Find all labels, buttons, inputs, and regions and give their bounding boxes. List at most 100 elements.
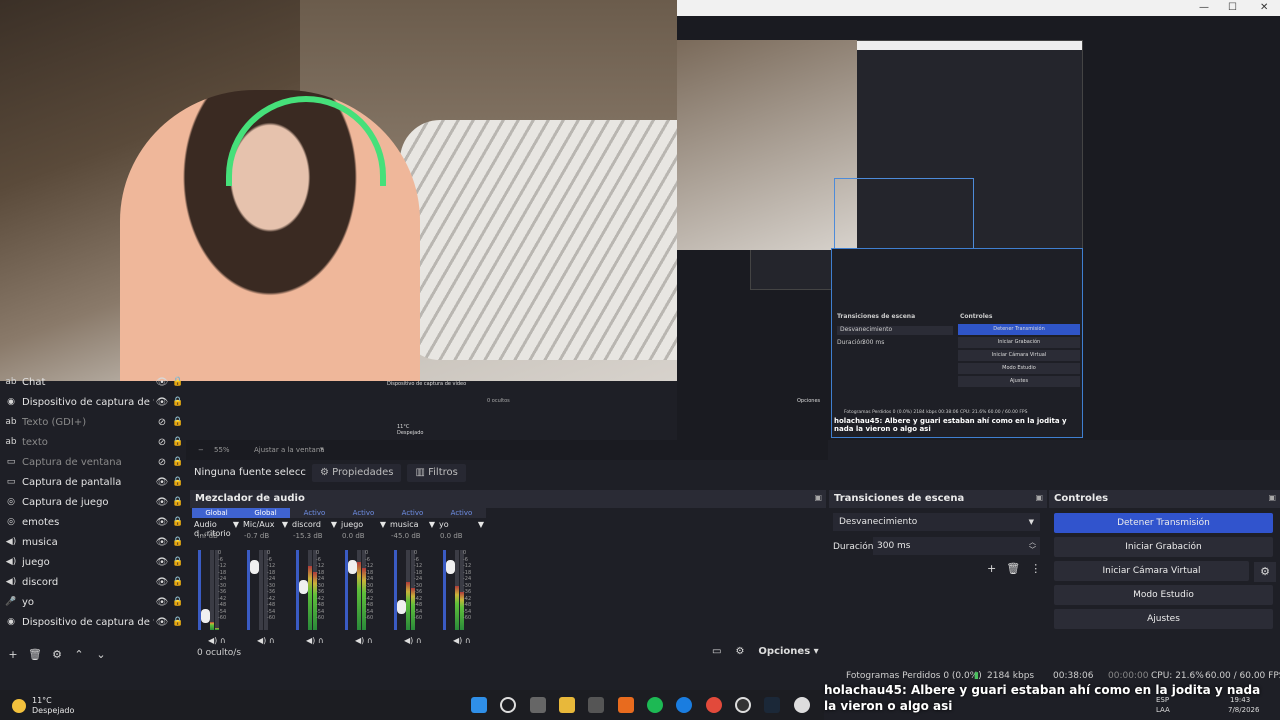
eye-icon[interactable]: 👁 <box>154 597 170 608</box>
speaker-icon[interactable]: ◀) <box>208 636 217 645</box>
obs-icon[interactable] <box>735 697 751 713</box>
source-item[interactable]: ▭ Captura de ventana ⊘ 🔒 <box>0 452 186 472</box>
headphones-icon[interactable]: ∩ <box>318 636 324 645</box>
slider-knob[interactable] <box>348 560 357 574</box>
eye-icon[interactable]: 👁 <box>154 497 170 508</box>
lock-icon[interactable]: 🔒 <box>170 397 186 407</box>
source-item[interactable]: ◉ Dispositivo de captura de video👁🔒 <box>0 392 186 412</box>
dock-float-icon[interactable]: ▣ <box>1268 493 1276 502</box>
zoom-out-icon[interactable]: − <box>198 446 204 454</box>
transition-select[interactable]: Desvanecimiento ▼ <box>833 513 1040 531</box>
lock-icon[interactable]: 🔒 <box>170 477 186 487</box>
dock-float-icon[interactable]: ▣ <box>1035 493 1043 502</box>
channel-name-row[interactable]: discord ▼ <box>290 518 339 532</box>
eye-hidden-icon[interactable]: ⊘ <box>154 437 170 448</box>
minimize-icon[interactable]: — <box>1199 2 1209 13</box>
virtual-cam-button[interactable]: Iniciar Cámara Virtual <box>1054 561 1249 581</box>
eye-icon[interactable]: 👁 <box>154 477 170 488</box>
edge-icon[interactable] <box>676 697 692 713</box>
volume-slider[interactable] <box>198 550 210 630</box>
more-icon[interactable]: ⋮ <box>1030 562 1041 575</box>
source-item[interactable]: ◀) discord 👁 🔒 <box>0 572 186 592</box>
eye-icon[interactable]: 👁 <box>154 537 170 548</box>
lock-icon[interactable]: 🔒 <box>170 557 186 567</box>
stop-stream-button[interactable]: Detener Transmisión <box>1054 513 1273 533</box>
headphones-icon[interactable]: ∩ <box>465 636 471 645</box>
speaker-icon[interactable]: ◀) <box>257 636 266 645</box>
eye-hidden-icon[interactable]: ⊘ <box>154 417 170 428</box>
speaker-icon[interactable]: ◀) <box>306 636 315 645</box>
lock-icon[interactable]: 🔒 <box>170 517 186 527</box>
lock-icon[interactable]: 🔒 <box>170 377 186 387</box>
channel-name-row[interactable]: Audio d...ritorio ▼ <box>192 518 241 538</box>
add-icon[interactable]: + <box>987 562 996 575</box>
eye-icon[interactable]: 👁 <box>154 377 170 388</box>
speaker-icon[interactable]: ◀) <box>404 636 413 645</box>
speaker-icon[interactable]: ◀) <box>453 636 462 645</box>
studio-mode-button[interactable]: Modo Estudio <box>1054 585 1273 605</box>
trash-icon[interactable]: 🗑 <box>28 648 42 661</box>
store-icon[interactable] <box>588 697 604 713</box>
volume-slider[interactable] <box>296 550 308 630</box>
trash-icon[interactable]: 🗑 <box>1006 562 1020 575</box>
lock-icon[interactable]: 🔒 <box>170 537 186 547</box>
slider-knob[interactable] <box>446 560 455 574</box>
filters-button[interactable]: ▥ Filtros <box>407 464 466 482</box>
slider-knob[interactable] <box>397 600 406 614</box>
start-icon[interactable] <box>471 697 487 713</box>
source-item[interactable]: ◎ emotes 👁 🔒 <box>0 512 186 532</box>
volume-slider[interactable] <box>345 550 357 630</box>
steam-icon[interactable] <box>764 697 780 713</box>
headphones-icon[interactable]: ∩ <box>367 636 373 645</box>
lock-icon[interactable]: 🔒 <box>170 597 186 607</box>
volume-slider[interactable] <box>394 550 406 630</box>
slider-knob[interactable] <box>201 609 210 623</box>
move-down-icon[interactable]: ⌄ <box>94 648 108 661</box>
spotify-icon[interactable] <box>647 697 663 713</box>
stepper-down-icon[interactable]: ﹀ <box>1029 541 1036 559</box>
fit-dropdown-icon[interactable]: ▾ <box>320 445 324 453</box>
start-recording-button[interactable]: Iniciar Grabación <box>1054 537 1273 557</box>
weather-widget[interactable]: 11°C Despejado <box>12 696 74 716</box>
lock-icon[interactable]: 🔒 <box>170 437 186 447</box>
channel-name-row[interactable]: Mic/Aux ▼ <box>241 518 290 532</box>
headphones-icon[interactable]: ∩ <box>416 636 422 645</box>
properties-button[interactable]: ⚙ Propiedades <box>312 464 402 482</box>
lock-icon[interactable]: 🔒 <box>170 417 186 427</box>
dock-float-icon[interactable]: ▣ <box>814 493 822 502</box>
mixer-gear-icon[interactable]: ⚙ <box>735 646 744 657</box>
eye-hidden-icon[interactable]: ⊘ <box>154 457 170 468</box>
search-icon[interactable] <box>500 697 516 713</box>
eye-icon[interactable]: 👁 <box>154 397 170 408</box>
add-source-icon[interactable]: + <box>6 648 20 661</box>
vlc-icon[interactable] <box>618 697 634 713</box>
source-item[interactable]: 🎤 yo 👁 🔒 <box>0 592 186 612</box>
task-view-icon[interactable] <box>530 697 546 713</box>
source-item[interactable]: ab Chat 👁 🔒 <box>0 372 186 392</box>
chrome-icon[interactable] <box>706 697 722 713</box>
options-button[interactable]: Opciones ▾ <box>758 646 818 657</box>
eye-icon[interactable]: 👁 <box>154 517 170 528</box>
volume-slider[interactable] <box>443 550 455 630</box>
lock-icon[interactable]: 🔒 <box>170 577 186 587</box>
source-item[interactable]: ◎ Captura de juego 👁 🔒 <box>0 492 186 512</box>
source-item[interactable]: ◉ Dispositivo de captura de video👁🔒 <box>0 612 186 632</box>
gear-icon[interactable]: ⚙ <box>50 648 64 661</box>
move-up-icon[interactable]: ⌃ <box>72 648 86 661</box>
source-item[interactable]: ab Texto (GDI+) ⊘ 🔒 <box>0 412 186 432</box>
eye-icon[interactable]: 👁 <box>154 617 170 628</box>
headphones-icon[interactable]: ∩ <box>220 636 226 645</box>
source-item[interactable]: ◀) musica 👁 🔒 <box>0 532 186 552</box>
app-icon[interactable] <box>794 697 810 713</box>
duration-input[interactable]: 300 ms ︿ ﹀ <box>873 537 1040 555</box>
channel-name-row[interactable]: musica ▼ <box>388 518 437 532</box>
channel-name-row[interactable]: yo ▼ <box>437 518 486 532</box>
volume-slider[interactable] <box>247 550 259 630</box>
lock-icon[interactable]: 🔒 <box>170 457 186 467</box>
layout-icon[interactable]: ▭ <box>712 646 721 657</box>
eye-icon[interactable]: 👁 <box>154 577 170 588</box>
maximize-icon[interactable]: ☐ <box>1228 2 1237 13</box>
lock-icon[interactable]: 🔒 <box>170 497 186 507</box>
folder-icon[interactable] <box>559 697 575 713</box>
settings-button[interactable]: Ajustes <box>1054 609 1273 629</box>
